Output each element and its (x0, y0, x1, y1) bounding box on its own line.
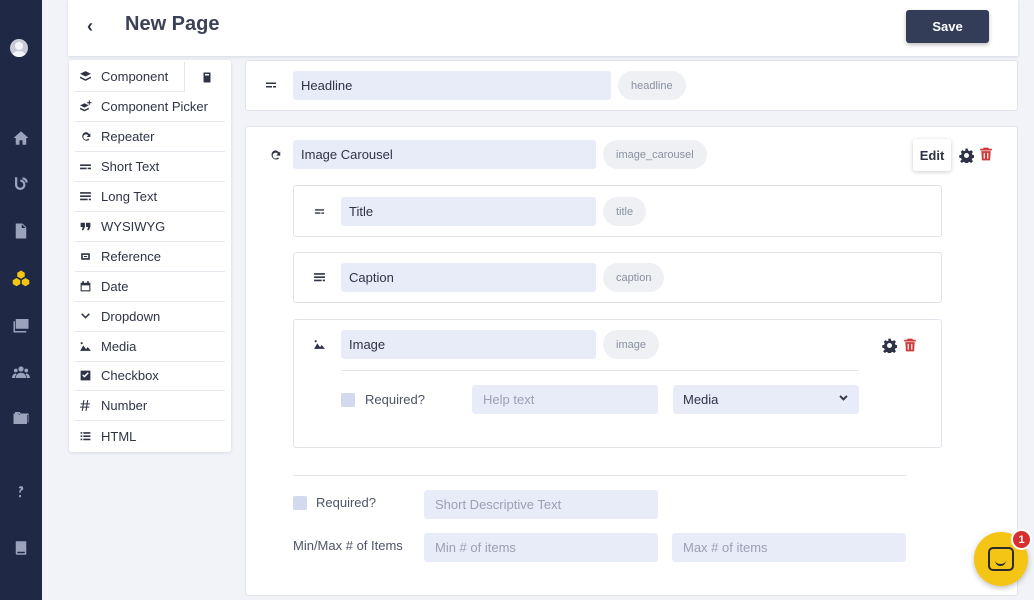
help-icon[interactable] (9, 480, 33, 504)
calendar-icon (77, 279, 93, 295)
short-description-input[interactable]: Short Descriptive Text (424, 490, 658, 519)
palette-item-label: Component (101, 69, 169, 84)
palette-item-label: HTML (101, 428, 137, 444)
divider (293, 475, 906, 476)
file-icon[interactable] (9, 219, 33, 243)
headline-name-input[interactable]: Headline (293, 71, 611, 100)
palette-item-label: Short Text (101, 159, 160, 174)
save-button[interactable]: Save (906, 10, 989, 43)
carousel-required-label: Required? (316, 495, 376, 510)
page-header: ‹ New Page Save (68, 0, 1018, 56)
max-items-input[interactable]: Max # of items (672, 533, 906, 562)
hash-icon (77, 398, 93, 414)
title-name-input[interactable]: Title (341, 197, 596, 226)
palette-item-label: Dropdown (101, 309, 161, 324)
quote-icon (77, 219, 93, 235)
trash-icon[interactable] (977, 145, 995, 163)
media-icon[interactable] (9, 313, 33, 337)
image-help-text-input[interactable]: Help text (472, 385, 658, 414)
min-max-label: Min/Max # of Items (293, 538, 403, 553)
palette-item-short-text[interactable]: Short Text (75, 152, 225, 182)
headline-key-badge: headline (618, 71, 686, 100)
notification-badge: 1 (1011, 529, 1032, 550)
divider (341, 370, 859, 371)
palette-item-label: Component Picker (101, 99, 208, 114)
layers-plus-icon (77, 99, 93, 115)
image-required-checkbox[interactable] (341, 393, 355, 407)
chat-icon (988, 547, 1014, 571)
image-required-label: Required? (365, 392, 425, 407)
short-text-icon (77, 159, 93, 175)
palette-item-media[interactable]: Media (75, 332, 225, 362)
left-rail (0, 0, 42, 600)
palette-item-label: Checkbox (101, 368, 159, 383)
palette-item-long-text[interactable]: Long Text (75, 182, 225, 212)
documentation-icon[interactable] (184, 62, 228, 92)
palette-item-wysiwyg[interactable]: WYSIWYG (75, 212, 225, 242)
components-icon[interactable] (9, 266, 33, 290)
carousel-key-badge: image_carousel (603, 140, 707, 169)
palette-item-label: Media (101, 339, 137, 354)
palette-item-component[interactable]: Component (75, 62, 184, 92)
home-icon[interactable] (9, 126, 33, 150)
chevron-down-icon (838, 392, 849, 407)
palette-item-label: Number (101, 398, 148, 413)
trash-icon[interactable] (901, 336, 919, 354)
palette-item-html[interactable]: HTML (75, 421, 225, 451)
min-items-input[interactable]: Min # of items (424, 533, 658, 562)
palette-item-checkbox[interactable]: Checkbox (75, 361, 225, 391)
palette-item-repeater[interactable]: Repeater (75, 122, 225, 152)
repeat-icon (266, 146, 284, 164)
list-icon (77, 428, 93, 444)
page-title: New Page (125, 13, 220, 35)
carousel-required-checkbox[interactable] (293, 496, 307, 510)
short-text-icon (262, 78, 280, 92)
carousel-name-input[interactable]: Image Carousel (293, 140, 596, 169)
layers-icon (77, 69, 93, 85)
palette-item-component-picker[interactable]: Component Picker (75, 92, 225, 122)
image-key-badge: image (603, 330, 659, 359)
palette-item-label: Date (101, 279, 129, 294)
title-key-badge: title (603, 197, 647, 226)
edit-button[interactable]: Edit (913, 139, 951, 171)
repeat-icon (77, 129, 93, 145)
gear-icon[interactable] (880, 336, 898, 354)
image-type-value: Media (683, 392, 719, 407)
checkbox-icon (77, 368, 93, 384)
gear-icon[interactable] (957, 146, 975, 164)
book-icon[interactable] (9, 536, 33, 560)
long-text-icon (77, 189, 93, 205)
avatar[interactable] (10, 39, 28, 57)
caption-key-badge: caption (603, 263, 665, 292)
palette-item-label: Repeater (101, 129, 155, 144)
palette-item-dropdown[interactable]: Dropdown (75, 302, 225, 332)
palette-item-label: Reference (101, 249, 161, 264)
link-icon (77, 249, 93, 265)
image-name-input[interactable]: Image (341, 330, 596, 359)
caption-name-input[interactable]: Caption (341, 263, 596, 292)
back-button[interactable]: ‹ (80, 16, 100, 36)
folder-icon[interactable] (9, 406, 33, 430)
short-text-icon (310, 204, 328, 218)
users-icon[interactable] (9, 360, 33, 384)
image-icon (310, 336, 328, 352)
palette-item-number[interactable]: Number (75, 391, 225, 421)
palette-item-date[interactable]: Date (75, 272, 225, 302)
palette-item-label: WYSIWYG (101, 219, 166, 234)
palette-item-reference[interactable]: Reference (75, 242, 225, 272)
blog-icon[interactable] (9, 172, 33, 196)
chevron-down-icon (77, 309, 93, 325)
image-type-select[interactable]: Media (673, 385, 859, 414)
long-text-icon (310, 269, 328, 285)
palette-item-label: Long Text (101, 189, 158, 204)
image-icon (77, 339, 93, 355)
